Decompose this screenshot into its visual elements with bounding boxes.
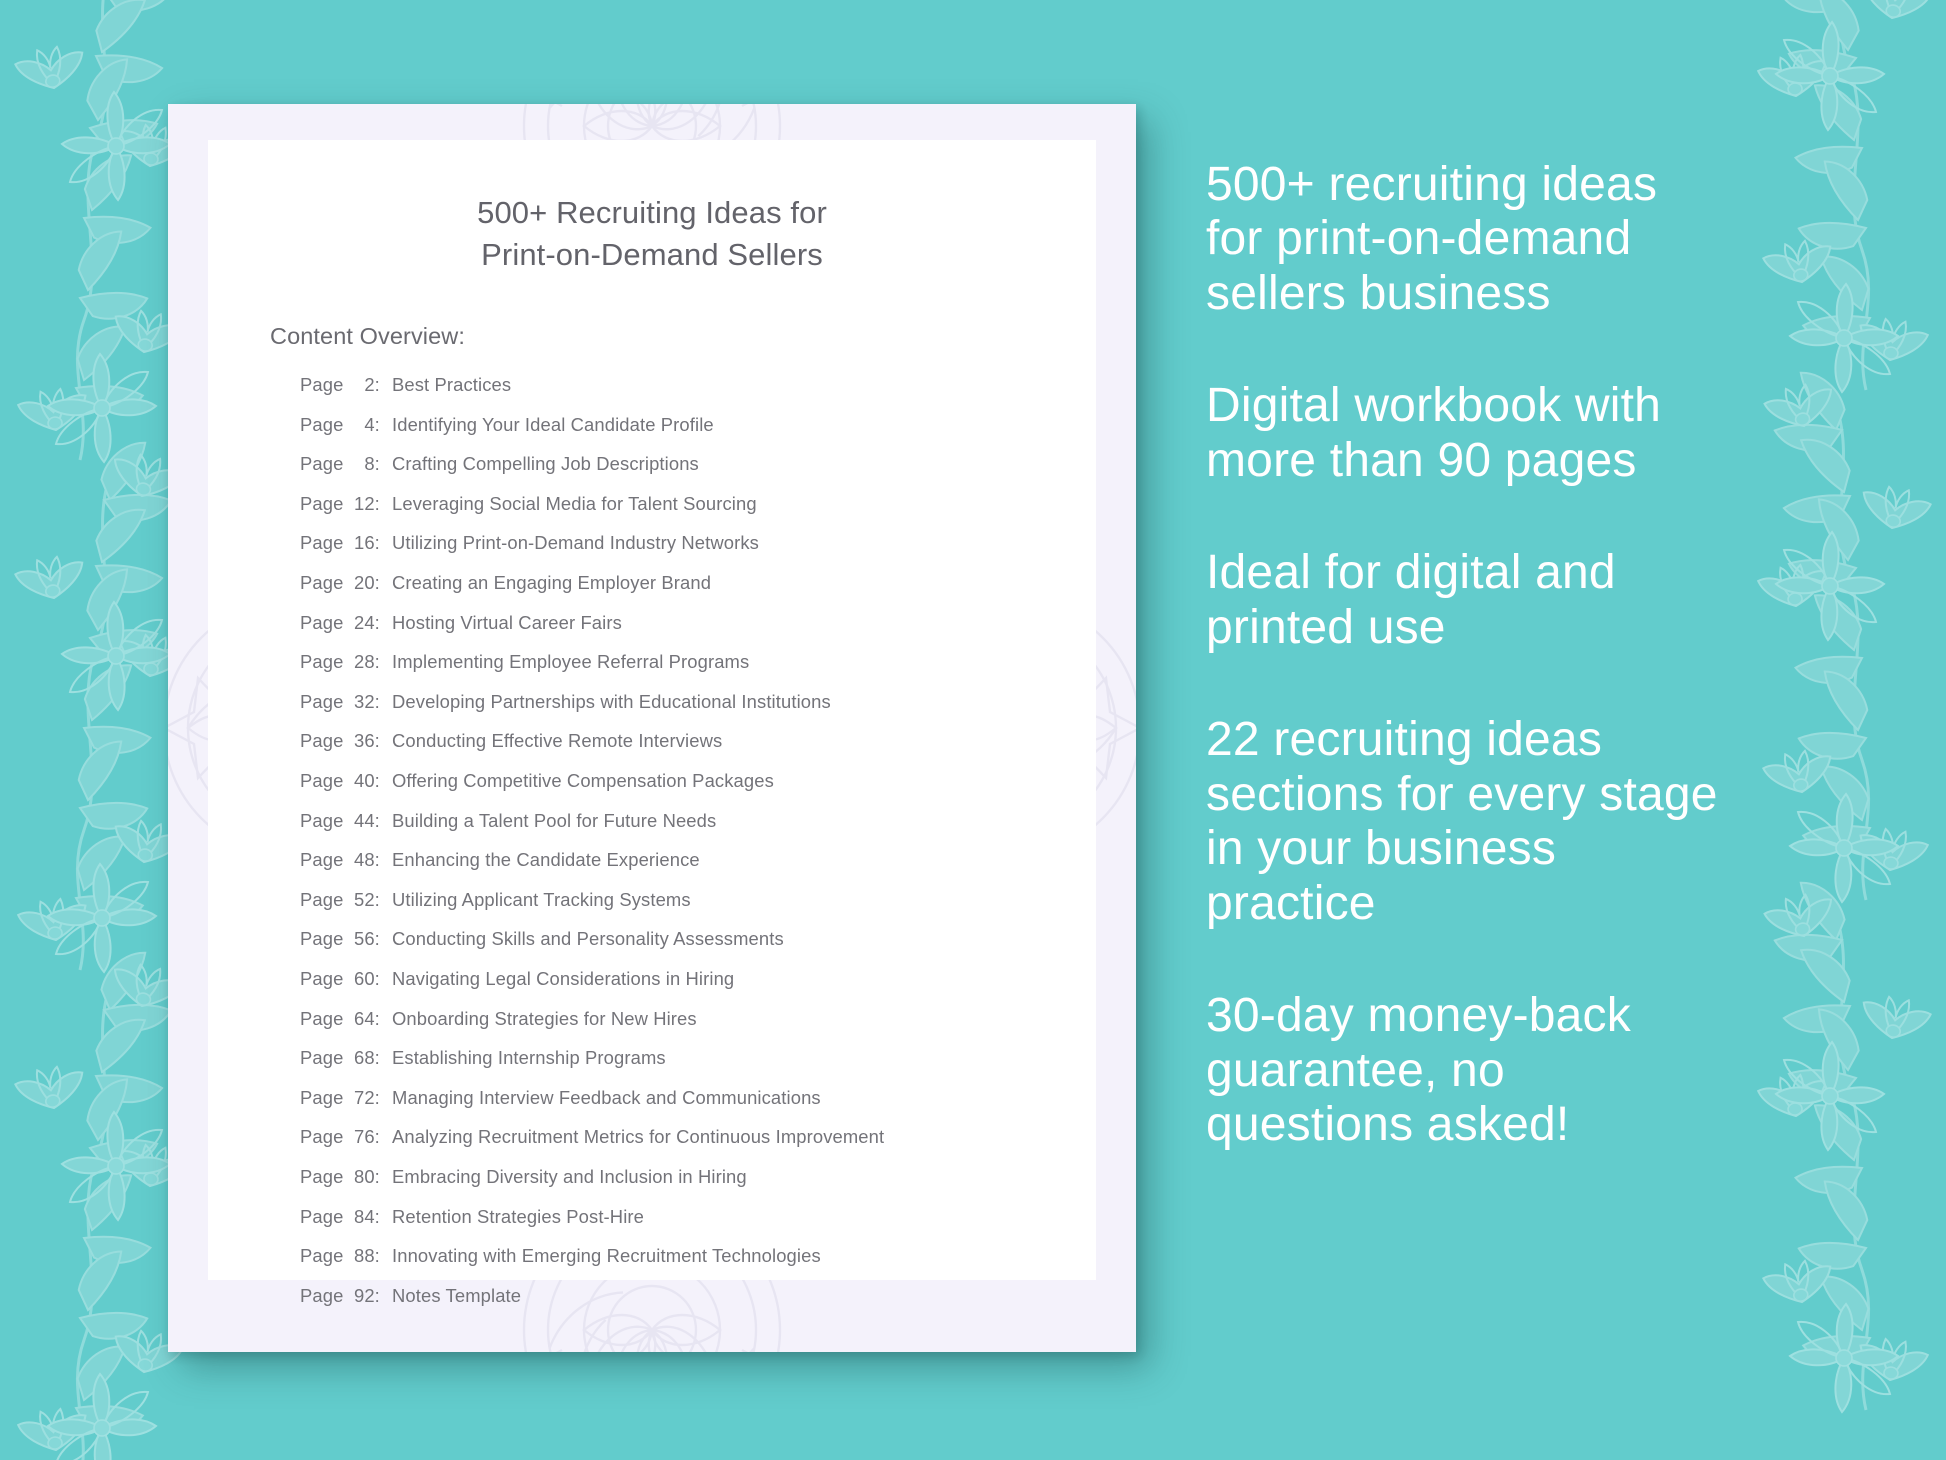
toc-entry-page: Page 84: — [300, 1205, 380, 1227]
toc-entry: Page 24: Hosting Virtual Career Fairs — [300, 611, 1096, 633]
marketing-block: Digital workbook with more than 90 pages — [1206, 379, 1662, 487]
toc-entry-title: Analyzing Recruitment Metrics for Contin… — [392, 1126, 885, 1148]
document-page: 500+ Recruiting Ideas for Print-on-Deman… — [208, 140, 1096, 1305]
toc-entry-title: Hosting Virtual Career Fairs — [392, 611, 622, 633]
toc-entry-page: Page 16: — [300, 532, 380, 554]
toc-entry: Page 92: Notes Template — [300, 1284, 1096, 1306]
toc-entry-title: Identifying Your Ideal Candidate Profile — [392, 413, 714, 435]
toc-entry-page: Page 64: — [300, 1007, 380, 1029]
toc-entry: Page 68: Establishing Internship Programs — [300, 1047, 1096, 1069]
toc-entry-title: Implementing Employee Referral Programs — [392, 651, 750, 673]
toc-entry: Page 16: Utilizing Print-on-Demand Indust… — [300, 532, 1096, 554]
toc-entry-page: Page 92: — [300, 1284, 380, 1306]
toc-entry-page: Page 36: — [300, 730, 380, 752]
toc-entry-title: Building a Talent Pool for Future Needs — [392, 809, 717, 831]
toc-entry-title: Establishing Internship Programs — [392, 1047, 666, 1069]
toc-entry-page: Page 88: — [300, 1245, 380, 1267]
toc-entry-title: Onboarding Strategies for New Hires — [392, 1007, 697, 1029]
toc-entry-title: Leveraging Social Media for Talent Sourc… — [392, 492, 757, 514]
toc-entry-page: Page 60: — [300, 967, 380, 989]
toc-entry-title: Managing Interview Feedback and Communic… — [392, 1086, 821, 1108]
toc-entry: Page 28: Implementing Employee Referral P… — [300, 651, 1096, 673]
toc-entry-title: Conducting Skills and Personality Assess… — [392, 928, 784, 950]
toc-entry-title: Utilizing Print-on-Demand Industry Netwo… — [392, 532, 759, 554]
toc-entry: Page 12: Leveraging Social Media for Tale… — [300, 492, 1096, 514]
toc-entry-title: Notes Template — [392, 1284, 522, 1306]
toc-entry-title: Best Practices — [392, 374, 512, 396]
toc-entry-page: Page 40: — [300, 770, 380, 791]
toc-entry-page: Page 12: — [300, 492, 380, 514]
toc-entry-title: Utilizing Applicant Tracking Systems — [392, 888, 691, 910]
toc-entry: Page 32: Developing Partnerships with Edu… — [300, 690, 1096, 712]
page-title-line-1: 500+ Recruiting Ideas for — [477, 195, 827, 230]
toc-entry: Page 8: Crafting Compelling Job Descripti… — [300, 453, 1096, 475]
page-title: 500+ Recruiting Ideas for Print-on-Deman… — [208, 140, 1096, 275]
toc-entry: Page 52: Utilizing Applicant Tracking Sys… — [300, 888, 1096, 910]
toc-entry: Page 40: Offering Competitive Compensatio… — [300, 770, 1096, 791]
toc-entry: Page 4: Identifying Your Ideal Candidate … — [300, 413, 1096, 435]
toc-entry-page: Page 32: — [300, 690, 380, 712]
toc-entry-page: Page 72: — [300, 1086, 380, 1108]
toc-entry-page: Page 48: — [300, 849, 380, 871]
toc-entry: Page 36: Conducting Effective Remote Inte… — [300, 730, 1096, 752]
toc-entry-title: Navigating Legal Considerations in Hirin… — [392, 967, 735, 989]
toc-entry: Page 88: Innovating with Emerging Recruit… — [300, 1245, 1096, 1267]
toc-entry-page: Page 20: — [300, 572, 380, 594]
toc-entry: Page 60: Navigating Legal Considerations … — [300, 967, 1096, 989]
toc-entry: Page 64: Onboarding Strategies for New Hi… — [300, 1007, 1096, 1029]
toc-entry-title: Retention Strategies Post-Hire — [392, 1205, 644, 1227]
toc-entry-page: Page 68: — [300, 1047, 380, 1069]
toc-entry-page: Page 24: — [300, 611, 380, 633]
toc-entry-page: Page 44: — [300, 809, 380, 831]
marketing-copy: 500+ recruiting ideas for print-on-deman… — [1206, 158, 1906, 1153]
content-overview-label: Content Overview: — [270, 323, 466, 350]
toc-entry-page: Page 52: — [300, 888, 380, 910]
toc-entry-title: Enhancing the Candidate Experience — [392, 849, 700, 871]
toc-entry-title: Crafting Compelling Job Descriptions — [392, 453, 699, 475]
page-title-line-2: Print-on-Demand Sellers — [481, 236, 823, 272]
toc-entry-title: Offering Competitive Compensation Packag… — [392, 770, 774, 791]
toc-entry-title: Innovating with Emerging Recruitment Tec… — [392, 1245, 821, 1267]
marketing-block: Ideal for digital and printed use — [1206, 546, 1616, 654]
table-of-contents: Page 2: Best Practices Page 4: Identifying … — [208, 350, 1096, 1305]
toc-entry-title: Developing Partnerships with Educational… — [392, 690, 831, 712]
toc-entry: Page 48: Enhancing the Candidate Experien… — [300, 849, 1096, 871]
toc-entry-page: Page 8: — [300, 453, 380, 475]
toc-entry-page: Page 28: — [300, 651, 380, 673]
toc-entry-page: Page 2: — [300, 374, 380, 396]
toc-entry-page: Page 80: — [300, 1165, 380, 1187]
toc-entry-page: Page 76: — [300, 1126, 380, 1148]
toc-entry: Page 44: Building a Talent Pool for Futur… — [300, 809, 1096, 831]
marketing-block: 30-day money-back guarantee, no question… — [1206, 989, 1631, 1152]
toc-entry-page: Page 56: — [300, 928, 380, 950]
document-card: 500+ Recruiting Ideas for Print-on-Deman… — [168, 104, 1136, 1352]
toc-entry: Page 80: Embracing Diversity and Inclusio… — [300, 1165, 1096, 1187]
toc-entry: Page 56: Conducting Skills and Personalit… — [300, 928, 1096, 950]
toc-entry-title: Creating an Engaging Employer Brand — [392, 572, 712, 594]
toc-entry-title: Embracing Diversity and Inclusion in Hir… — [392, 1165, 747, 1187]
marketing-block: 22 recruiting ideas sections for every s… — [1206, 713, 1718, 930]
toc-entry: Page 20: Creating an Engaging Employer Br… — [300, 572, 1096, 594]
toc-entry: Page 76: Analyzing Recruitment Metrics fo… — [300, 1126, 1096, 1148]
toc-entry-title: Conducting Effective Remote Interviews — [392, 730, 723, 752]
marketing-block: 500+ recruiting ideas for print-on-deman… — [1206, 158, 1658, 320]
toc-entry: Page 2: Best Practices — [300, 374, 1096, 396]
toc-entry: Page 72: Managing Interview Feedback and … — [300, 1086, 1096, 1108]
promo-graphic: 500+ Recruiting Ideas for Print-on-Deman… — [0, 0, 1946, 1460]
toc-entry: Page 84: Retention Strategies Post-Hire — [300, 1205, 1096, 1227]
toc-entry-page: Page 4: — [300, 413, 380, 435]
